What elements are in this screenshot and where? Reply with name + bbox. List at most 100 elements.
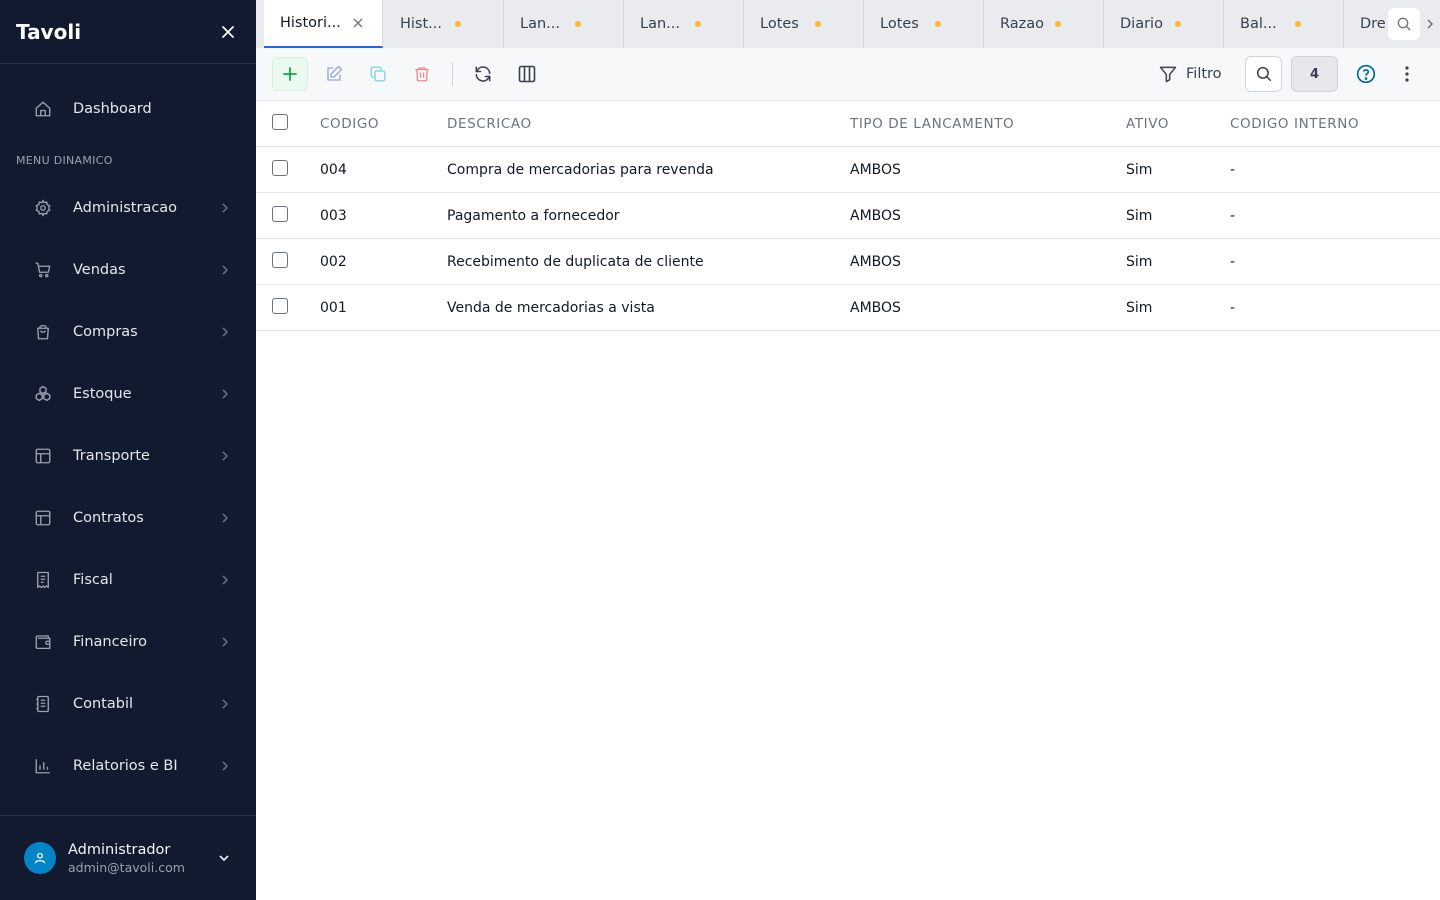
chevron-right-icon bbox=[218, 263, 232, 277]
unsaved-dot bbox=[455, 21, 461, 27]
close-icon bbox=[353, 18, 363, 28]
sidebar-item-relatorios[interactable]: Relatorios e BI bbox=[0, 744, 256, 788]
columns-button[interactable] bbox=[509, 57, 545, 91]
chevron-right-icon bbox=[218, 387, 232, 401]
more-options-button[interactable] bbox=[1397, 60, 1417, 88]
sidebar-item-label: Relatorios e BI bbox=[73, 758, 178, 774]
cell-codigo: 004 bbox=[320, 162, 347, 178]
cell-descricao: Recebimento de duplicata de cliente bbox=[447, 254, 704, 270]
edit-button[interactable] bbox=[316, 57, 352, 91]
filter-label: Filtro bbox=[1186, 66, 1222, 82]
unsaved-dot bbox=[695, 21, 701, 27]
tab-lancamento-2[interactable]: Lan... bbox=[624, 0, 744, 48]
delete-button[interactable] bbox=[404, 57, 440, 91]
user-icon bbox=[34, 852, 46, 864]
sidebar-item-label: Compras bbox=[73, 324, 138, 340]
shopping-bag-icon bbox=[32, 321, 54, 343]
filter-button[interactable]: Filtro bbox=[1158, 57, 1222, 91]
boxes-icon bbox=[32, 383, 54, 405]
tab-lotes-2[interactable]: Lotes bbox=[864, 0, 984, 48]
cell-codigo: 001 bbox=[320, 300, 347, 316]
column-header-ativo[interactable]: ATIVO bbox=[1126, 101, 1169, 147]
search-button[interactable] bbox=[1245, 56, 1282, 92]
tab-label: Razao bbox=[1000, 16, 1045, 32]
select-all-checkbox[interactable] bbox=[272, 114, 288, 130]
column-header-descricao[interactable]: DESCRICAO bbox=[447, 101, 532, 147]
close-icon bbox=[222, 25, 234, 38]
brand-logo: Tavoli bbox=[16, 19, 82, 44]
user-name: Administrador bbox=[68, 841, 171, 858]
tab-label: Lotes bbox=[880, 16, 919, 32]
unsaved-dot bbox=[1295, 21, 1301, 27]
chevron-right-icon bbox=[218, 511, 232, 525]
sidebar-item-dashboard[interactable]: Dashboard bbox=[0, 87, 256, 131]
tab-diario[interactable]: Diario bbox=[1104, 0, 1224, 48]
refresh-button[interactable] bbox=[465, 57, 501, 91]
chevron-right-icon bbox=[218, 201, 232, 215]
sidebar-item-financeiro[interactable]: Financeiro bbox=[0, 620, 256, 664]
column-header-tipo[interactable]: TIPO DE LANCAMENTO bbox=[850, 101, 1014, 147]
close-tab-button[interactable] bbox=[352, 17, 364, 29]
tab-hist[interactable]: Hist... bbox=[384, 0, 504, 48]
duplicate-button[interactable] bbox=[360, 57, 396, 91]
unsaved-dot bbox=[1055, 21, 1061, 27]
cell-codigo-interno: - bbox=[1230, 254, 1236, 270]
tabs-search-button[interactable] bbox=[1388, 8, 1420, 40]
sidebar-item-label: Contabil bbox=[73, 696, 134, 712]
search-icon bbox=[1397, 17, 1411, 31]
cell-codigo-interno: - bbox=[1230, 300, 1236, 316]
row-checkbox[interactable] bbox=[272, 252, 288, 268]
sidebar-item-vendas[interactable]: Vendas bbox=[0, 248, 256, 292]
user-menu[interactable]: Administrador admin@tavoli.com bbox=[0, 815, 256, 900]
column-header-codigo[interactable]: CODIGO bbox=[320, 101, 379, 147]
close-sidebar-button[interactable] bbox=[216, 20, 240, 44]
sidebar-item-fiscal[interactable]: Fiscal bbox=[0, 558, 256, 602]
copy-icon bbox=[370, 66, 386, 82]
sidebar-item-contratos[interactable]: Contratos bbox=[0, 496, 256, 540]
receipt-icon bbox=[32, 569, 54, 591]
gear-icon bbox=[32, 197, 54, 219]
sidebar-item-label: Vendas bbox=[73, 262, 126, 278]
tab-lancamento-1[interactable]: Lan... bbox=[504, 0, 624, 48]
table-row[interactable]: 004 Compra de mercadorias para revenda A… bbox=[256, 147, 1440, 193]
sidebar-item-label: Financeiro bbox=[73, 634, 148, 650]
tab-label: Diario bbox=[1120, 16, 1163, 32]
tab-razao[interactable]: Razao bbox=[984, 0, 1104, 48]
tab-bar: Histori... Hist... Lan... Lan... Lotes L… bbox=[256, 0, 1440, 48]
data-table: CODIGO DESCRICAO TIPO DE LANCAMENTO ATIV… bbox=[256, 101, 1440, 331]
add-button[interactable] bbox=[272, 57, 308, 91]
tab-historico[interactable]: Histori... bbox=[264, 0, 383, 48]
sidebar-item-compras[interactable]: Compras bbox=[0, 310, 256, 354]
tab-label: Lan... bbox=[520, 16, 560, 32]
help-button[interactable] bbox=[1352, 60, 1380, 88]
user-menu-toggle[interactable] bbox=[216, 850, 232, 866]
cell-codigo: 003 bbox=[320, 208, 347, 224]
sidebar-item-label: Contratos bbox=[73, 510, 144, 526]
cell-tipo: AMBOS bbox=[850, 208, 901, 224]
tab-lotes-1[interactable]: Lotes bbox=[744, 0, 864, 48]
tab-label: Histori... bbox=[280, 15, 341, 31]
cell-descricao: Venda de mercadorias a vista bbox=[447, 300, 655, 316]
tabs-scroll-right-button[interactable] bbox=[1420, 0, 1440, 48]
table-row[interactable]: 003 Pagamento a fornecedor AMBOS Sim - bbox=[256, 193, 1440, 239]
row-checkbox[interactable] bbox=[272, 160, 288, 176]
toolbar-divider bbox=[452, 62, 453, 86]
column-header-codigo-interno[interactable]: CODIGO INTERNO bbox=[1230, 101, 1359, 147]
tab-balancete[interactable]: Bal... bbox=[1224, 0, 1344, 48]
sidebar-item-label: Transporte bbox=[73, 448, 150, 464]
sidebar-item-contabil[interactable]: Contabil bbox=[0, 682, 256, 726]
sidebar-item-estoque[interactable]: Estoque bbox=[0, 372, 256, 416]
edit-icon bbox=[327, 65, 343, 81]
sidebar-item-transporte[interactable]: Transporte bbox=[0, 434, 256, 478]
table-row[interactable]: 002 Recebimento de duplicata de cliente … bbox=[256, 239, 1440, 285]
tab-label: Hist... bbox=[400, 16, 442, 32]
tab-label: Dre bbox=[1360, 16, 1386, 32]
chevron-right-icon bbox=[218, 759, 232, 773]
sidebar-item-label: Fiscal bbox=[73, 572, 113, 588]
sidebar-item-administracao[interactable]: Administracao bbox=[0, 186, 256, 230]
more-vertical-icon bbox=[1405, 66, 1409, 82]
row-checkbox[interactable] bbox=[272, 206, 288, 222]
cart-icon bbox=[32, 259, 54, 281]
row-checkbox[interactable] bbox=[272, 298, 288, 314]
table-row[interactable]: 001 Venda de mercadorias a vista AMBOS S… bbox=[256, 285, 1440, 331]
